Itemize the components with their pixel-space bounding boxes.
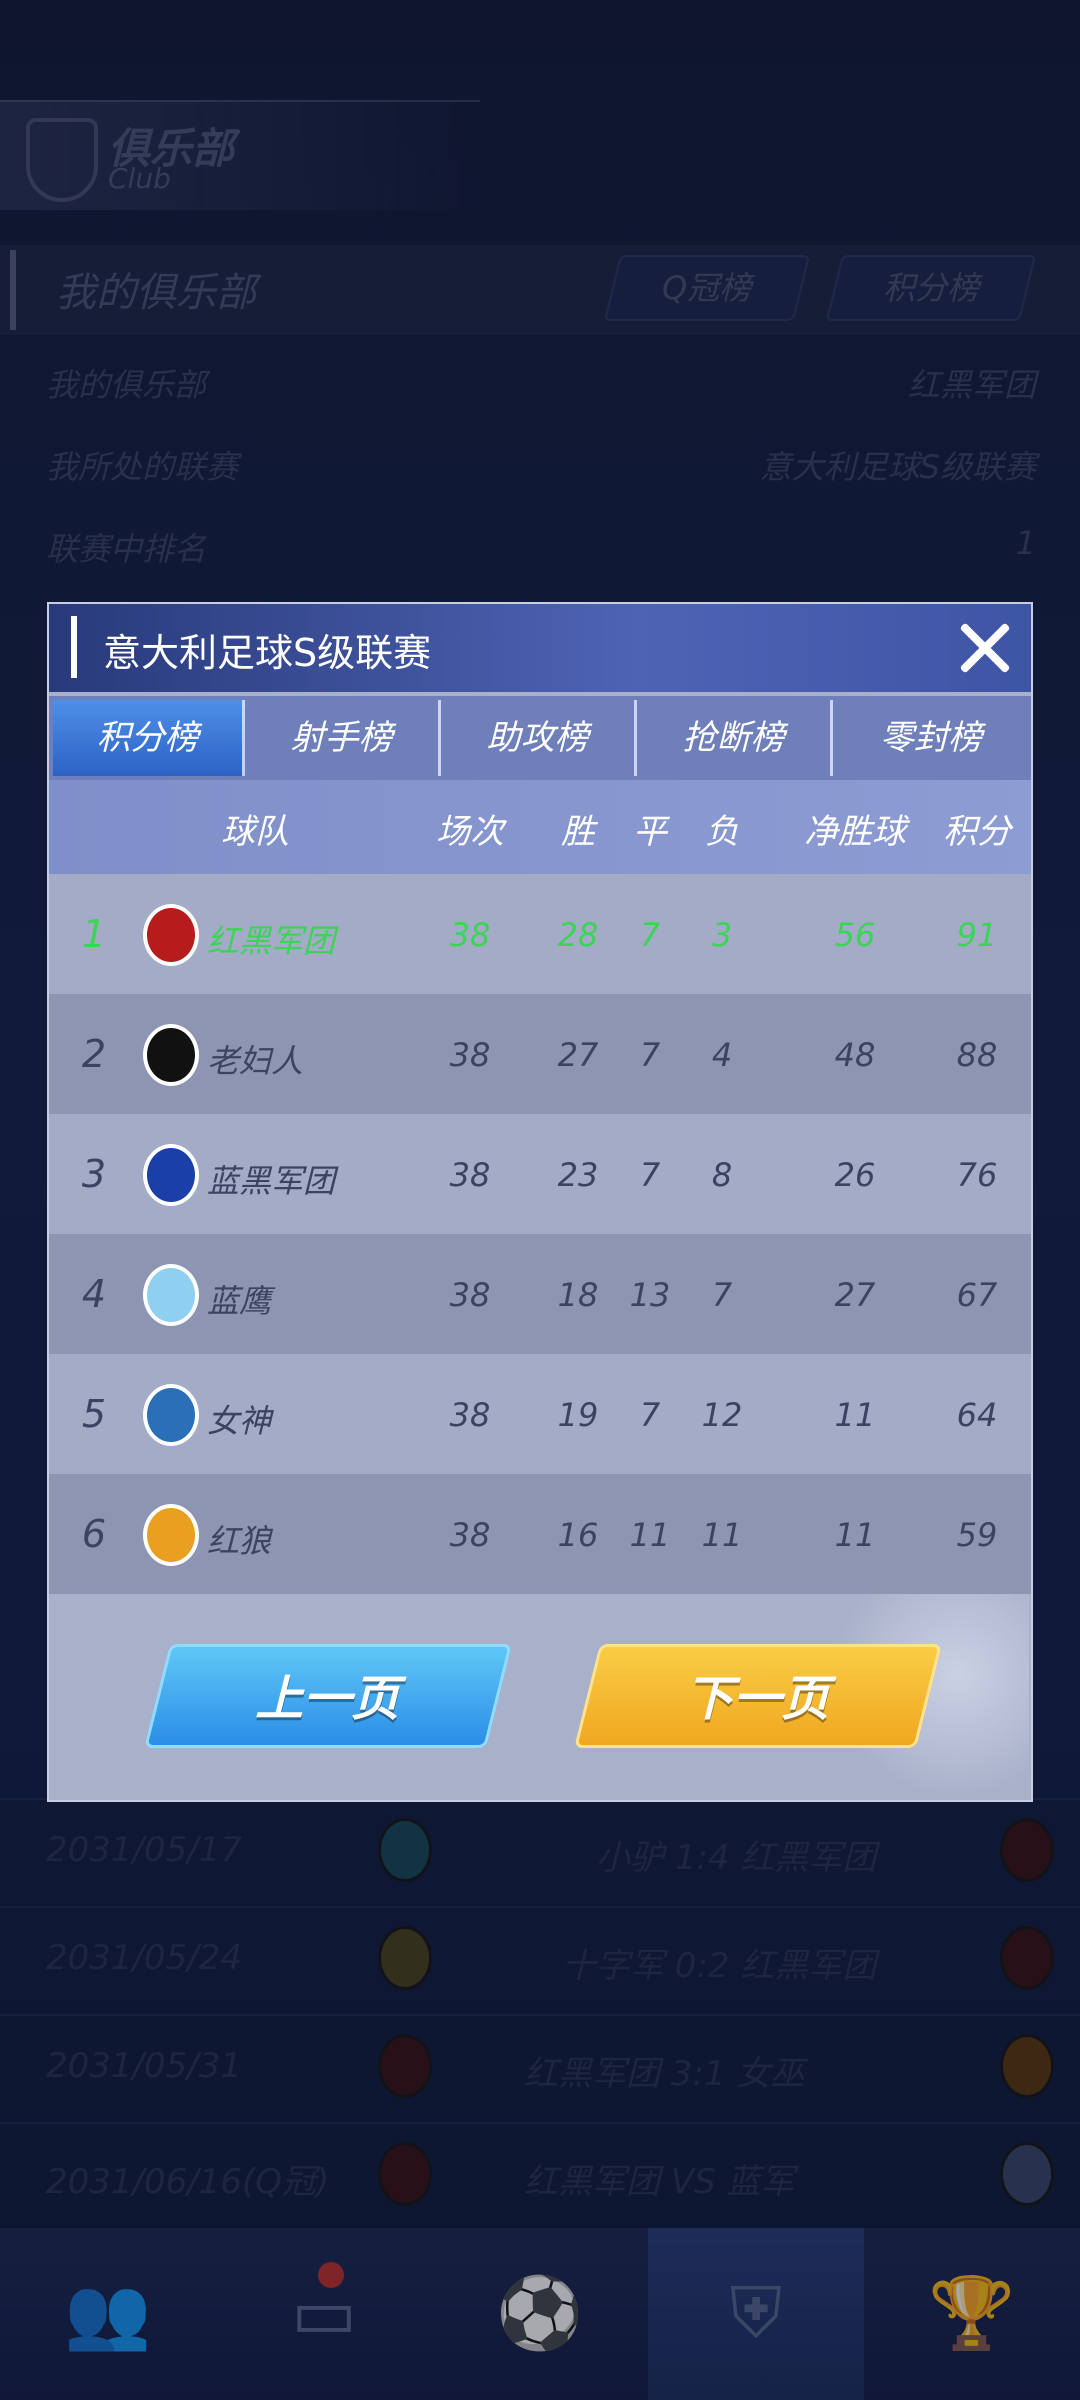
cell-played: 38: [449, 1396, 491, 1434]
team-name: 蓝黑军团: [207, 1162, 336, 1200]
table-row[interactable]: 3 蓝黑军团 38 23 7 8 26 76: [49, 1114, 1031, 1234]
prev-page-button[interactable]: 上一页: [144, 1644, 512, 1748]
team-crest-icon: [143, 1384, 199, 1446]
title-accent: [71, 616, 77, 678]
team-crest-icon: [143, 1144, 199, 1206]
table-row[interactable]: 1 红黑军团 38 28 7 3 56 91: [49, 874, 1031, 994]
cell-pts: 88: [956, 1036, 998, 1074]
rank: 2: [81, 1032, 107, 1076]
col-losses: 负: [705, 812, 739, 852]
team-name: 女神: [207, 1402, 272, 1440]
cell-d: 7: [639, 916, 661, 954]
league-standings-modal: 意大利足球S级联赛 积分榜 射手榜 助攻榜 抢断榜 零封榜 球队 场次 胜 平 …: [47, 602, 1033, 1802]
team-name: 老妇人: [207, 1042, 304, 1080]
cell-played: 38: [449, 1036, 491, 1074]
team-crest-icon: [143, 904, 199, 966]
cell-w: 16: [557, 1516, 599, 1554]
table-header: 球队 场次 胜 平 负 净胜球 积分: [49, 780, 1031, 874]
cell-w: 28: [557, 916, 599, 954]
cell-l: 3: [711, 916, 733, 954]
tab-assists[interactable]: 助攻榜: [441, 700, 637, 776]
cell-played: 38: [449, 1156, 491, 1194]
cell-l: 7: [711, 1276, 733, 1314]
rank: 5: [81, 1392, 107, 1436]
tab-tackles[interactable]: 抢断榜: [637, 700, 833, 776]
cell-pts: 91: [956, 916, 998, 954]
col-played: 场次: [436, 812, 504, 852]
cell-gd: 26: [834, 1156, 876, 1194]
cell-pts: 67: [956, 1276, 998, 1314]
col-goal-diff: 净胜球: [804, 812, 906, 852]
ranking-tabs: 积分榜 射手榜 助攻榜 抢断榜 零封榜: [49, 696, 1031, 780]
tab-clean-sheets[interactable]: 零封榜: [833, 700, 1029, 776]
cell-gd: 27: [834, 1276, 876, 1314]
rank: 4: [81, 1272, 107, 1316]
team-name: 红黑军团: [207, 922, 336, 960]
table-row[interactable]: 5 女神 38 19 7 12 11 64: [49, 1354, 1031, 1474]
cell-d: 7: [639, 1156, 661, 1194]
cell-d: 11: [629, 1516, 671, 1554]
modal-title: 意大利足球S级联赛: [103, 631, 432, 675]
col-points: 积分: [943, 812, 1011, 852]
cell-l: 4: [711, 1036, 733, 1074]
cell-played: 38: [449, 1516, 491, 1554]
close-icon[interactable]: [955, 618, 1015, 678]
next-page-button[interactable]: 下一页: [574, 1644, 942, 1748]
cell-pts: 64: [956, 1396, 998, 1434]
cell-w: 19: [557, 1396, 599, 1434]
cell-w: 23: [557, 1156, 599, 1194]
cell-gd: 56: [834, 916, 876, 954]
cell-d: 13: [629, 1276, 671, 1314]
cell-d: 7: [639, 1036, 661, 1074]
cell-l: 12: [701, 1396, 743, 1434]
team-crest-icon: [143, 1504, 199, 1566]
cell-gd: 11: [834, 1516, 876, 1554]
cell-played: 38: [449, 1276, 491, 1314]
cell-pts: 59: [956, 1516, 998, 1554]
tab-scorers[interactable]: 射手榜: [245, 700, 441, 776]
cell-played: 38: [449, 916, 491, 954]
cell-gd: 48: [834, 1036, 876, 1074]
cell-l: 11: [701, 1516, 743, 1554]
cell-w: 27: [557, 1036, 599, 1074]
team-name: 红狼: [207, 1522, 272, 1560]
team-name: 蓝鹰: [207, 1282, 272, 1320]
cell-d: 7: [639, 1396, 661, 1434]
col-team: 球队: [221, 812, 289, 852]
cell-l: 8: [711, 1156, 733, 1194]
modal-header: 意大利足球S级联赛: [49, 604, 1031, 692]
rank: 6: [81, 1512, 107, 1556]
tab-standings[interactable]: 积分榜: [53, 700, 245, 776]
team-crest-icon: [143, 1264, 199, 1326]
cell-w: 18: [557, 1276, 599, 1314]
rank: 3: [81, 1152, 107, 1196]
cell-gd: 11: [834, 1396, 876, 1434]
table-row[interactable]: 2 老妇人 38 27 7 4 48 88: [49, 994, 1031, 1114]
col-draws: 平: [633, 812, 667, 852]
rank: 1: [81, 912, 107, 956]
cell-pts: 76: [956, 1156, 998, 1194]
table-row[interactable]: 6 红狼 38 16 11 11 11 59: [49, 1474, 1031, 1594]
col-wins: 胜: [561, 812, 595, 852]
table-row[interactable]: 4 蓝鹰 38 18 13 7 27 67: [49, 1234, 1031, 1354]
team-crest-icon: [143, 1024, 199, 1086]
